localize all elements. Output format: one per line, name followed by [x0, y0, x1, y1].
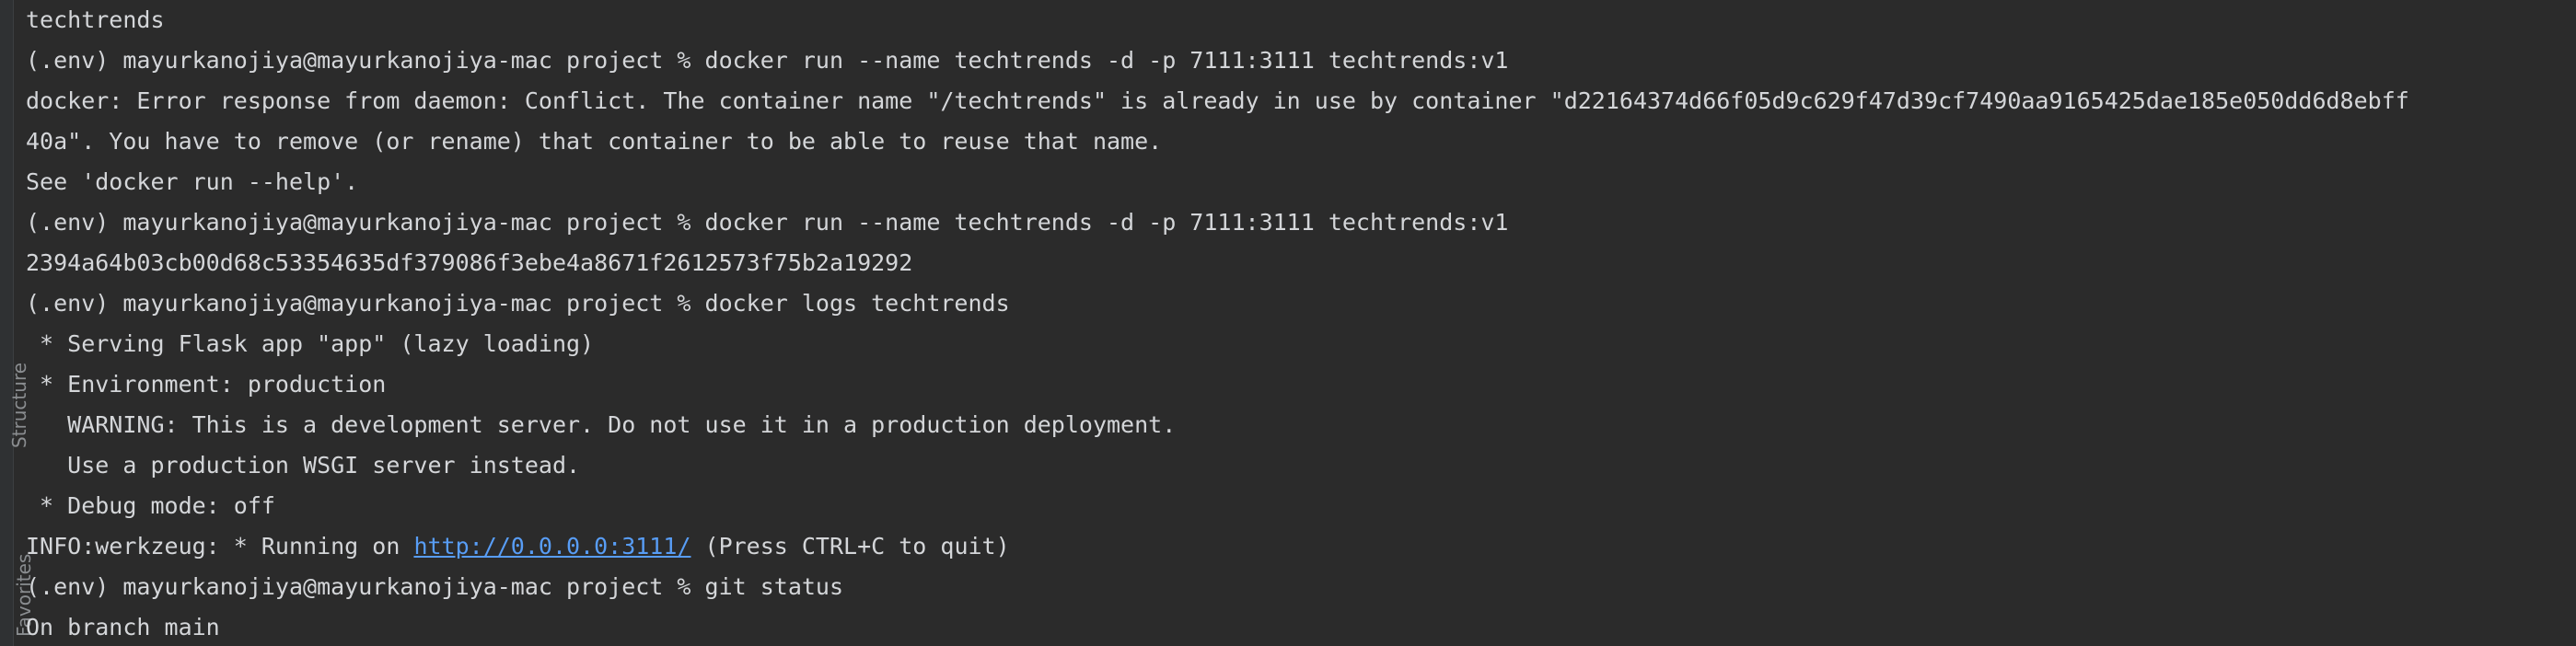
terminal-line: See 'docker run --help'.	[26, 168, 359, 195]
terminal-line: (.env) mayurkanojiya@mayurkanojiya-mac p…	[26, 290, 1010, 317]
terminal-window: Structure Favorites techtrends (.env) ma…	[0, 0, 2576, 646]
terminal-line: Use a production WSGI server instead.	[26, 452, 581, 479]
server-url-link[interactable]: http://0.0.0.0:3111/	[413, 533, 690, 559]
info-prefix: INFO:werkzeug: * Running on	[26, 533, 414, 559]
terminal-line: On branch main	[26, 614, 220, 640]
terminal-output[interactable]: techtrends (.env) mayurkanojiya@mayurkan…	[26, 0, 2576, 646]
terminal-line: (.env) mayurkanojiya@mayurkanojiya-mac p…	[26, 47, 1509, 74]
terminal-line: (.env) mayurkanojiya@mayurkanojiya-mac p…	[26, 209, 1509, 236]
terminal-line: techtrends	[26, 6, 165, 33]
terminal-line: 40a". You have to remove (or rename) tha…	[26, 128, 1163, 155]
terminal-line: docker: Error response from daemon: Conf…	[26, 87, 2409, 114]
tool-window-strip: Structure Favorites	[0, 0, 35, 646]
terminal-line: * Debug mode: off	[26, 492, 275, 519]
terminal-line: * Environment: production	[26, 371, 387, 398]
terminal-line: 2394a64b03cb00d68c53354635df379086f3ebe4…	[26, 249, 913, 276]
info-suffix: (Press CTRL+C to quit)	[690, 533, 1010, 559]
terminal-line: (.env) mayurkanojiya@mayurkanojiya-mac p…	[26, 573, 844, 600]
terminal-line: * Serving Flask app "app" (lazy loading)	[26, 330, 595, 357]
terminal-info-line: INFO:werkzeug: * Running on http://0.0.0…	[26, 526, 2576, 567]
terminal-line: WARNING: This is a development server. D…	[26, 411, 1177, 438]
